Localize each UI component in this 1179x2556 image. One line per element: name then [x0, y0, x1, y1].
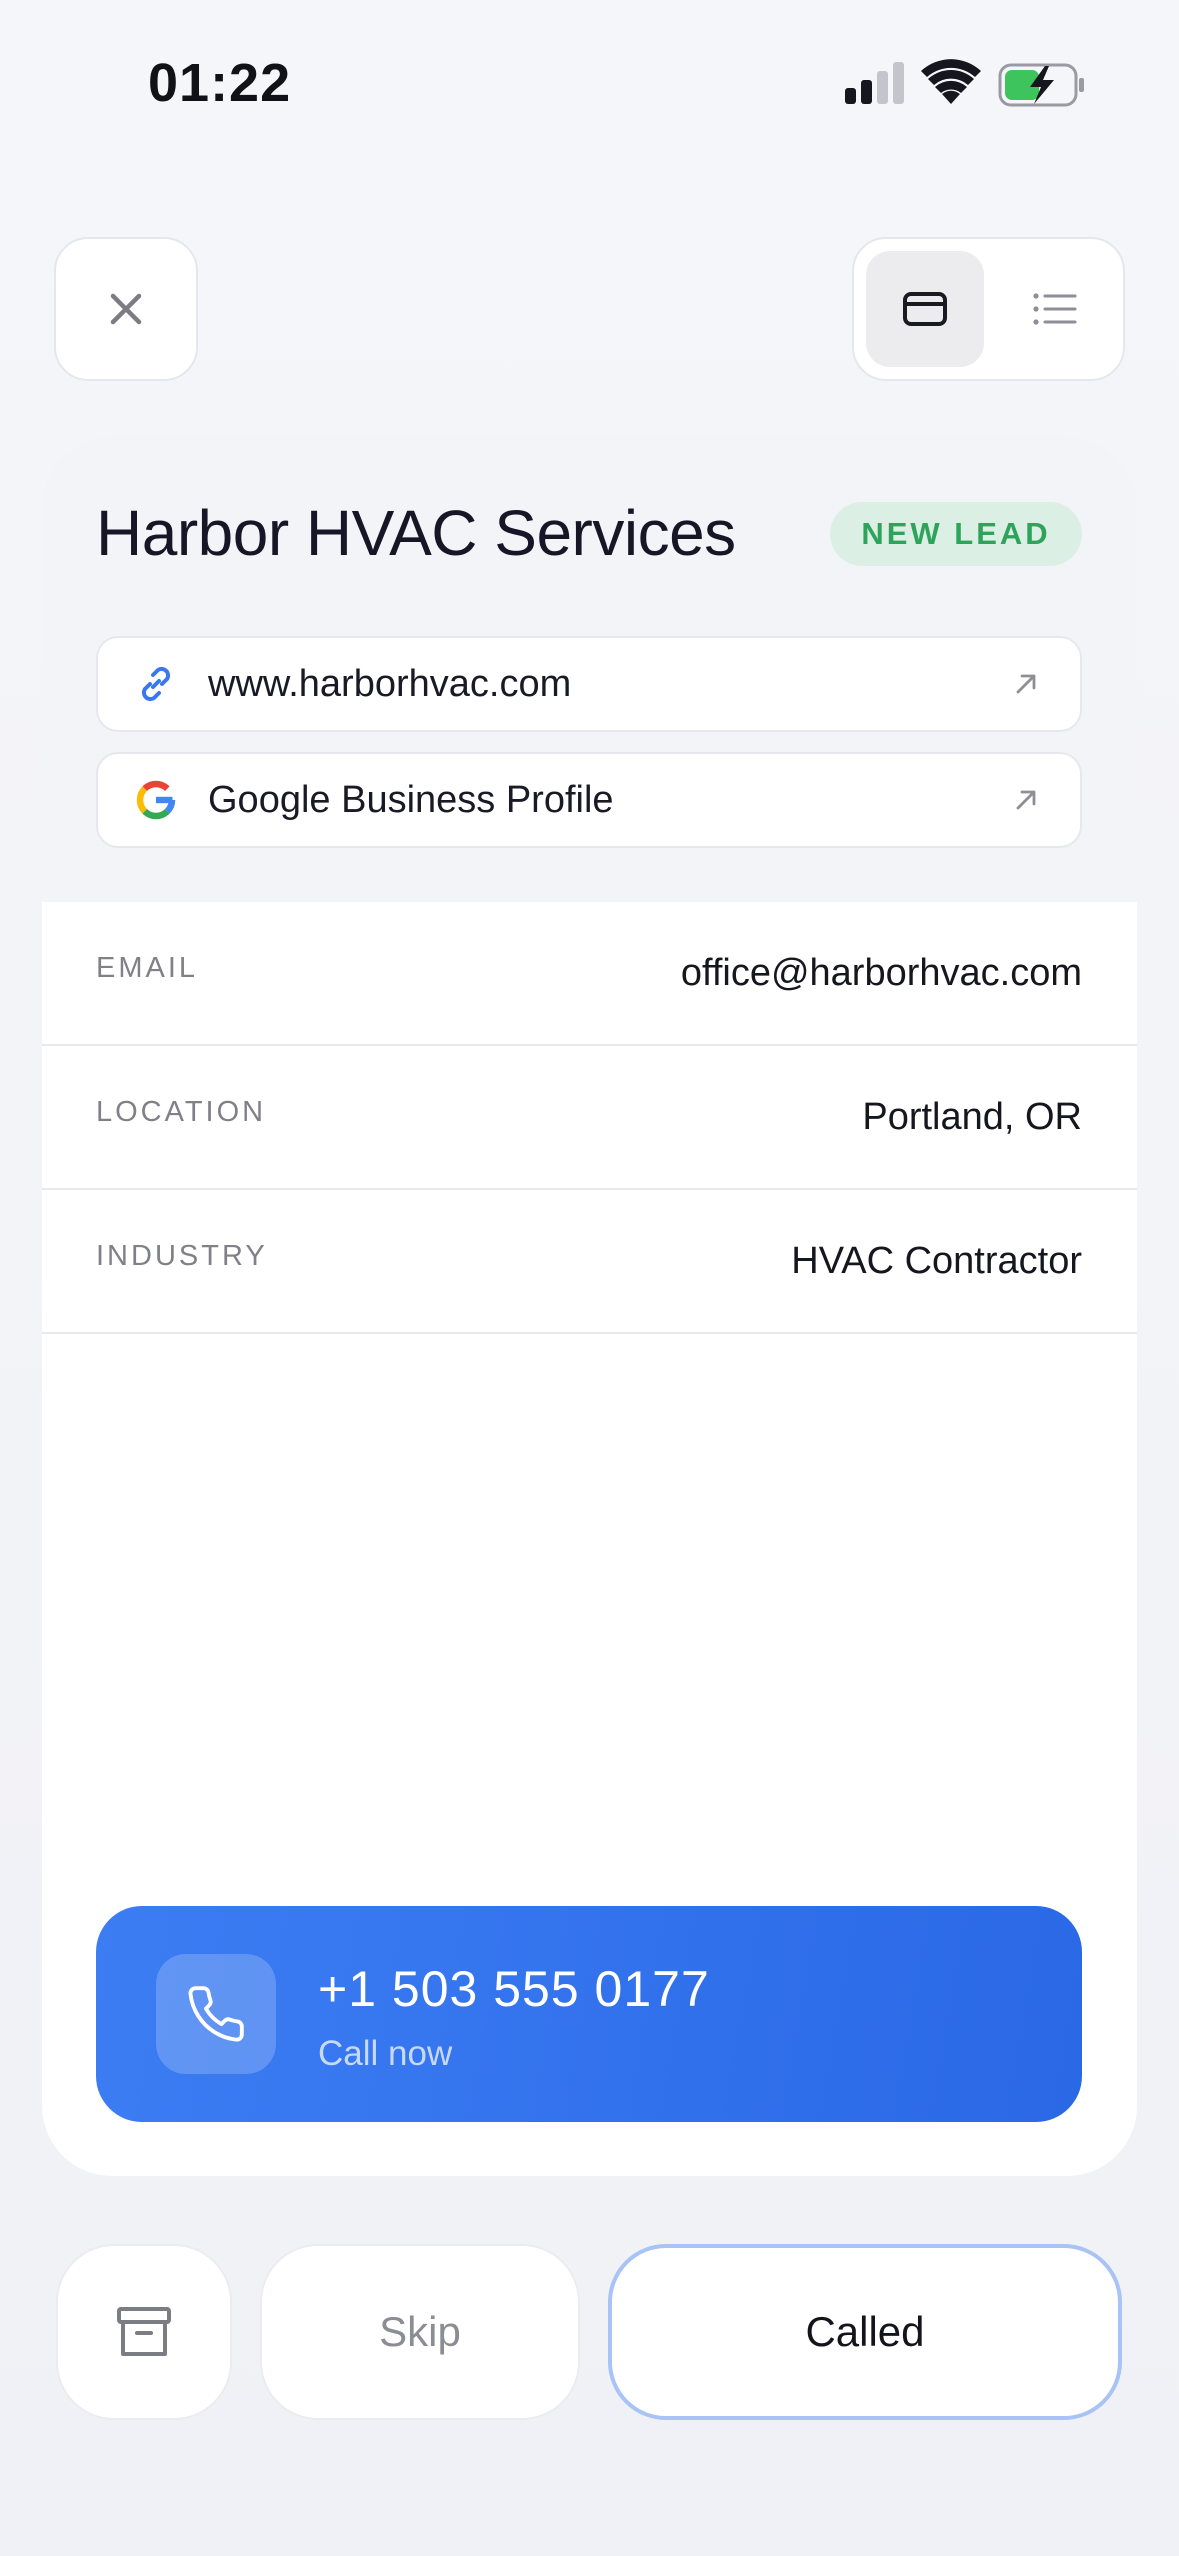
card-view-button[interactable]	[866, 251, 984, 367]
google-profile-link[interactable]: Google Business Profile	[96, 752, 1082, 848]
status-badge: NEW LEAD	[830, 502, 1082, 566]
google-profile-label: Google Business Profile	[208, 778, 614, 821]
external-link-icon	[1006, 664, 1046, 704]
status-time: 01:22	[148, 53, 292, 113]
external-link-icon	[1006, 780, 1046, 820]
list-view-icon	[1033, 293, 1077, 325]
industry-label: INDUSTRY	[96, 1240, 268, 1272]
industry-value: HVAC Contractor	[791, 1240, 1082, 1282]
location-row: LOCATION Portland, OR	[42, 1046, 1137, 1190]
cellular-signal-icon	[845, 62, 904, 104]
archive-icon	[117, 2307, 171, 2356]
website-link-label: www.harborhvac.com	[208, 662, 572, 705]
call-now-label: Call now	[318, 2034, 453, 2073]
lead-card-header: Harbor HVAC Services NEW LEAD www.harbor…	[42, 436, 1137, 902]
phone-number: +1 503 555 0177	[318, 1961, 710, 2017]
email-row: EMAIL office@harborhvac.com	[42, 902, 1137, 1046]
company-name: Harbor HVAC Services	[96, 497, 736, 569]
location-value: Portland, OR	[862, 1096, 1082, 1138]
email-value[interactable]: office@harborhvac.com	[681, 952, 1082, 995]
link-icon	[126, 654, 186, 714]
website-link[interactable]: www.harborhvac.com	[96, 636, 1082, 732]
phone-icon	[156, 1954, 276, 2074]
industry-row: INDUSTRY HVAC Contractor	[42, 1190, 1137, 1334]
card-view-icon	[903, 292, 947, 326]
wifi-icon	[921, 59, 981, 104]
google-icon	[126, 770, 186, 830]
view-toggle	[852, 237, 1125, 381]
lead-card: Harbor HVAC Services NEW LEAD www.harbor…	[42, 436, 1137, 2176]
battery-charging-icon	[998, 63, 1084, 107]
email-label: EMAIL	[96, 952, 199, 984]
status-icons	[840, 58, 1090, 114]
close-button[interactable]	[54, 237, 198, 381]
location-label: LOCATION	[96, 1096, 267, 1128]
called-button[interactable]: Called	[608, 2244, 1122, 2420]
archive-button[interactable]	[56, 2244, 232, 2420]
call-button[interactable]: +1 503 555 0177 Call now	[96, 1906, 1082, 2122]
skip-button[interactable]: Skip	[260, 2244, 580, 2420]
list-view-button[interactable]	[996, 251, 1114, 367]
close-icon	[110, 293, 142, 325]
